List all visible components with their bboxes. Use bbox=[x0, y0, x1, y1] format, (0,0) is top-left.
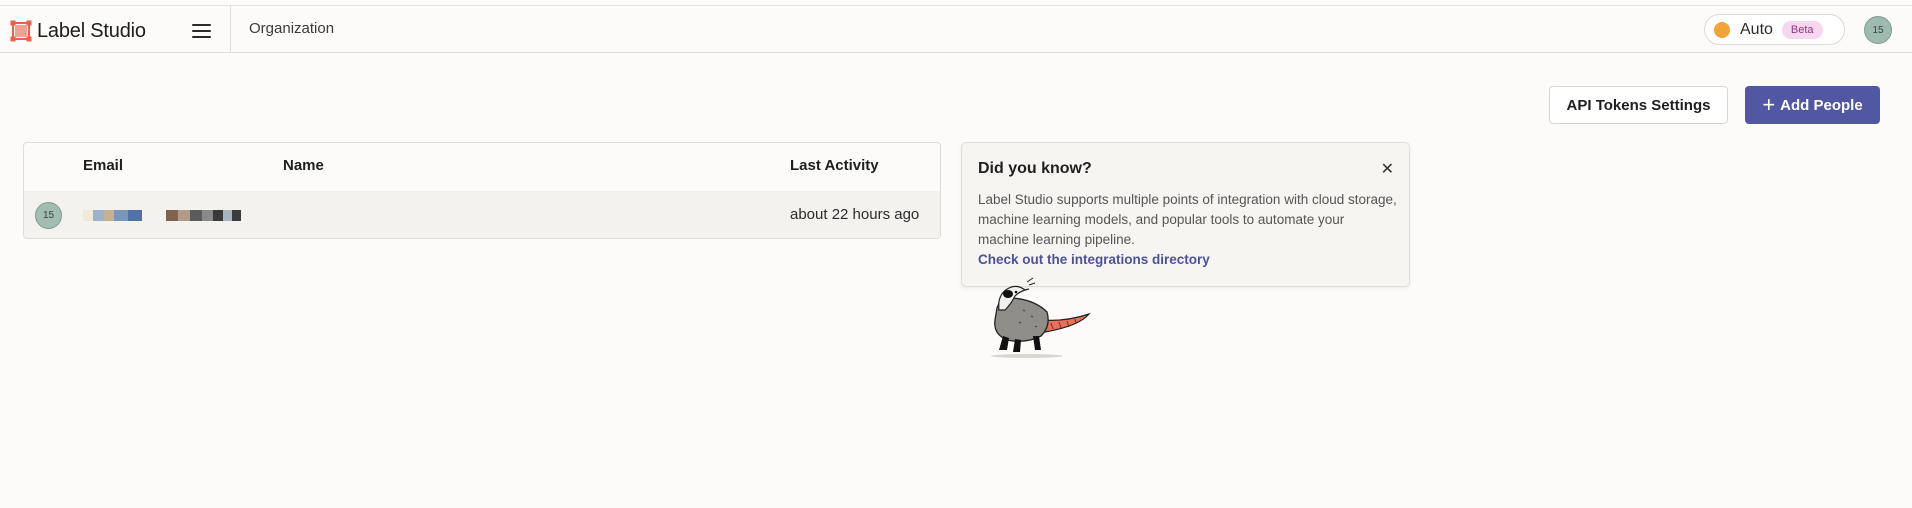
theme-auto-icon bbox=[1714, 21, 1730, 38]
breadcrumb-organization[interactable]: Organization bbox=[249, 20, 334, 37]
member-name-redacted bbox=[166, 210, 241, 221]
tip-title: Did you know? bbox=[978, 160, 1092, 177]
integrations-directory-link[interactable]: Check out the integrations directory bbox=[978, 252, 1210, 267]
theme-label: Auto bbox=[1740, 20, 1773, 38]
top-navigation-bar: Label Studio Organization Auto Beta 15 bbox=[0, 5, 1912, 53]
plus-icon: + bbox=[1762, 92, 1776, 117]
add-people-label: Add People bbox=[1780, 96, 1863, 114]
app-title: Label Studio bbox=[37, 19, 146, 42]
header-divider bbox=[230, 6, 231, 53]
opossum-illustration bbox=[991, 277, 1091, 358]
api-tokens-settings-button[interactable]: API Tokens Settings bbox=[1549, 86, 1728, 124]
column-header-email: Email bbox=[83, 157, 124, 174]
tip-body: Label Studio supports multiple points of… bbox=[978, 192, 1397, 247]
member-email-redacted bbox=[83, 210, 142, 221]
column-header-last-activity: Last Activity bbox=[790, 157, 879, 174]
did-you-know-card: Did you know? ✕ Label Studio supports mu… bbox=[961, 142, 1410, 287]
user-avatar[interactable]: 15 bbox=[1864, 16, 1892, 44]
close-icon[interactable]: ✕ bbox=[1381, 159, 1394, 179]
member-avatar: 15 bbox=[35, 202, 62, 229]
table-header: Email Name Last Activity bbox=[24, 143, 940, 191]
beta-badge: Beta bbox=[1781, 20, 1823, 39]
table-row[interactable]: 15 about 22 hours ago bbox=[24, 191, 940, 238]
column-header-name: Name bbox=[283, 157, 324, 174]
app-logo[interactable]: Label Studio bbox=[10, 19, 146, 43]
theme-toggle[interactable]: Auto Beta bbox=[1704, 14, 1845, 45]
members-table: Email Name Last Activity 15 about 22 hou… bbox=[23, 142, 941, 239]
hamburger-menu-icon[interactable] bbox=[186, 19, 216, 43]
add-people-button[interactable]: + Add People bbox=[1745, 86, 1880, 124]
member-last-activity: about 22 hours ago bbox=[790, 206, 920, 223]
label-studio-logo-icon bbox=[10, 20, 32, 42]
